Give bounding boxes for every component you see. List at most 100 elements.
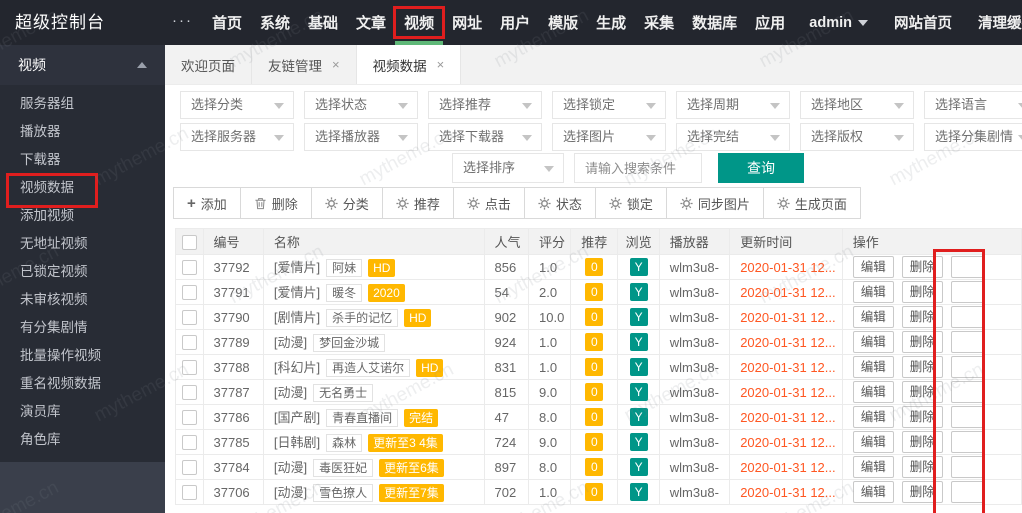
recommend-badge[interactable]: 0 [585, 408, 604, 426]
edit-button[interactable]: 编辑 [852, 356, 894, 378]
row-checkbox[interactable] [181, 385, 197, 401]
recommend-badge[interactable]: 0 [585, 383, 604, 401]
recommend-badge[interactable]: 0 [585, 258, 604, 276]
browse-badge[interactable]: Y [629, 283, 648, 301]
more-action-button[interactable] [950, 331, 985, 353]
toolbar-button-8[interactable]: 生成页面 [763, 188, 860, 218]
tab-1[interactable]: 友链管理 × [252, 45, 357, 84]
row-checkbox[interactable] [181, 310, 197, 326]
video-title-tag[interactable]: 暖冬 [326, 284, 363, 303]
delete-button[interactable]: 删除 [901, 431, 943, 453]
toolbar-button-0[interactable]: + 添加 [174, 188, 241, 218]
filter-select-row1-0[interactable]: 选择分类 [180, 91, 294, 119]
close-icon[interactable]: × [437, 57, 445, 72]
search-input[interactable] [574, 153, 702, 183]
edit-button[interactable]: 编辑 [852, 431, 894, 453]
video-title-tag[interactable]: 杀手的记忆 [326, 309, 399, 328]
delete-button[interactable]: 删除 [901, 456, 943, 478]
video-title-tag[interactable]: 森林 [326, 434, 363, 453]
filter-select-row1-6[interactable]: 选择语言 [924, 91, 1022, 119]
row-checkbox[interactable] [181, 435, 197, 451]
edit-button[interactable]: 编辑 [852, 331, 894, 353]
nav-item-6[interactable]: 用户 [498, 0, 532, 45]
tab-0[interactable]: 欢迎页面 [165, 45, 252, 84]
delete-button[interactable]: 删除 [901, 406, 943, 428]
more-action-button[interactable] [950, 381, 985, 403]
toolbar-button-5[interactable]: 状态 [524, 188, 596, 218]
edit-button[interactable]: 编辑 [852, 256, 894, 278]
nav-item-3[interactable]: 文章 [354, 0, 388, 45]
video-title-tag[interactable]: 再造人艾诺尔 [326, 359, 411, 378]
browse-badge[interactable]: Y [629, 358, 648, 376]
browse-badge[interactable]: Y [629, 483, 648, 501]
edit-button[interactable]: 编辑 [852, 406, 894, 428]
more-action-button[interactable] [950, 431, 985, 453]
toolbar-button-1[interactable]: 删除 [240, 188, 312, 218]
browse-badge[interactable]: Y [629, 258, 648, 276]
filter-select-row1-2[interactable]: 选择推荐 [428, 91, 542, 119]
more-action-button[interactable] [950, 356, 985, 378]
filter-select-row2-3[interactable]: 选择图片 [552, 123, 666, 151]
edit-button[interactable]: 编辑 [852, 381, 894, 403]
select-all-checkbox[interactable] [181, 234, 197, 250]
filter-select-row2-0[interactable]: 选择服务器 [180, 123, 294, 151]
recommend-badge[interactable]: 0 [585, 308, 604, 326]
sidebar-item-10[interactable]: 重名视频数据 [0, 370, 165, 398]
video-title-tag[interactable]: 雪色撩人 [313, 484, 374, 503]
filter-select-row2-6[interactable]: 选择分集剧情 [924, 123, 1022, 151]
nav-item-9[interactable]: 采集 [642, 0, 676, 45]
nav-item-5[interactable]: 网址 [450, 0, 484, 45]
filter-select-row1-5[interactable]: 选择地区 [800, 91, 914, 119]
video-title-tag[interactable]: 无名勇士 [313, 384, 374, 403]
recommend-badge[interactable]: 0 [585, 483, 604, 501]
sidebar-item-7[interactable]: 未审核视频 [0, 286, 165, 314]
row-checkbox[interactable] [181, 410, 197, 426]
delete-button[interactable]: 删除 [901, 481, 943, 503]
browse-badge[interactable]: Y [629, 408, 648, 426]
nav-item-7[interactable]: 模版 [546, 0, 580, 45]
browse-badge[interactable]: Y [629, 433, 648, 451]
edit-button[interactable]: 编辑 [852, 456, 894, 478]
toolbar-button-2[interactable]: 分类 [311, 188, 383, 218]
row-checkbox[interactable] [181, 360, 197, 376]
row-checkbox[interactable] [181, 485, 197, 501]
recommend-badge[interactable]: 0 [585, 433, 604, 451]
more-action-button[interactable] [950, 306, 985, 328]
edit-button[interactable]: 编辑 [852, 306, 894, 328]
edit-button[interactable]: 编辑 [852, 281, 894, 303]
more-action-button[interactable] [950, 456, 985, 478]
browse-badge[interactable]: Y [629, 308, 648, 326]
delete-button[interactable]: 删除 [901, 256, 943, 278]
search-button[interactable]: 查询 [718, 153, 804, 183]
filter-select-row2-5[interactable]: 选择版权 [800, 123, 914, 151]
delete-button[interactable]: 删除 [901, 281, 943, 303]
more-action-button[interactable] [950, 481, 985, 503]
tab-2[interactable]: 视频数据 × [356, 45, 462, 84]
delete-button[interactable]: 删除 [901, 306, 943, 328]
filter-select-row1-4[interactable]: 选择周期 [676, 91, 790, 119]
filter-select-row2-2[interactable]: 选择下载器 [428, 123, 542, 151]
nav-item-11[interactable]: 应用 [753, 0, 787, 45]
filter-select-row2-1[interactable]: 选择播放器 [304, 123, 418, 151]
user-menu[interactable]: admin [809, 15, 868, 31]
sidebar-item-11[interactable]: 演员库 [0, 398, 165, 426]
more-menu-button[interactable]: ··· [172, 0, 193, 42]
nav-item-2[interactable]: 基础 [306, 0, 340, 45]
sidebar-item-9[interactable]: 批量操作视频 [0, 342, 165, 370]
clear-cache-link[interactable]: 清理缓存 [978, 12, 1022, 33]
nav-item-8[interactable]: 生成 [594, 0, 628, 45]
recommend-badge[interactable]: 0 [585, 358, 604, 376]
recommend-badge[interactable]: 0 [585, 458, 604, 476]
row-checkbox[interactable] [181, 460, 197, 476]
more-action-button[interactable] [950, 256, 985, 278]
row-checkbox[interactable] [181, 260, 197, 276]
filter-select-row1-1[interactable]: 选择状态 [304, 91, 418, 119]
filter-select-row2-4[interactable]: 选择完结 [676, 123, 790, 151]
delete-button[interactable]: 删除 [901, 331, 943, 353]
site-home-link[interactable]: 网站首页 [894, 12, 952, 33]
sidebar-item-4[interactable]: 添加视频 [0, 202, 165, 230]
sidebar-item-6[interactable]: 已锁定视频 [0, 258, 165, 286]
video-title-tag[interactable]: 阿妹 [326, 259, 363, 278]
toolbar-button-4[interactable]: 点击 [453, 188, 525, 218]
nav-item-10[interactable]: 数据库 [690, 0, 739, 45]
